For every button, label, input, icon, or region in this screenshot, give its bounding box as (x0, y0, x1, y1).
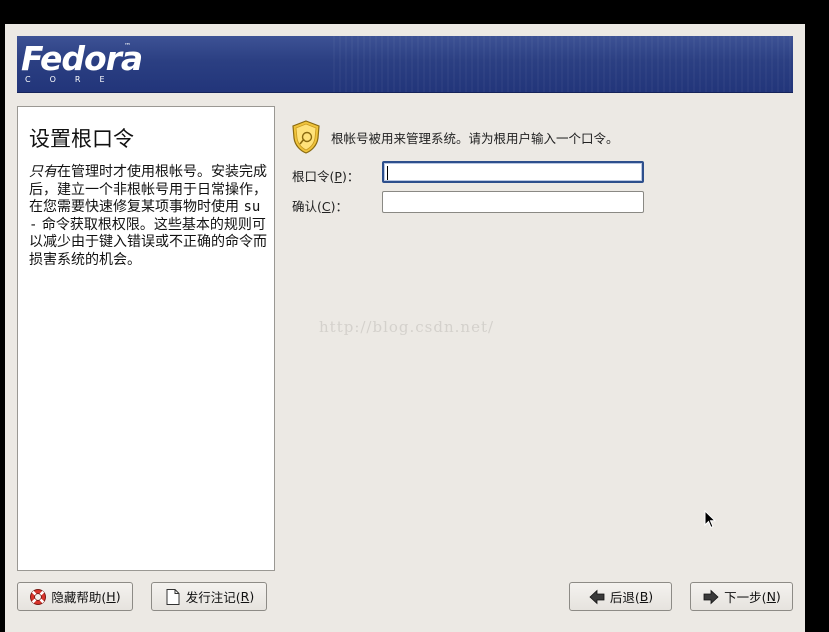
document-icon (166, 588, 180, 605)
help-text-part-b: 命令获取根权限。这些基本的规则可以减少由于键入错误或不正确的命令而损害系统的机会… (29, 216, 267, 268)
banner-texture (333, 36, 793, 92)
hide-help-label: 隐藏帮助( (51, 590, 107, 605)
help-panel: 设置根口令 只有在管理时才使用根帐号。安装完成后，建立一个非根帐号用于日常操作，… (17, 106, 275, 571)
root-password-label-post: )： (341, 169, 360, 184)
next-button[interactable]: 下一步(N) (690, 582, 793, 611)
watermark: http://blog.csdn.net/ (319, 318, 495, 336)
arrow-left-icon (589, 589, 605, 604)
release-notes-label-end: ) (249, 589, 255, 604)
help-text: 只有在管理时才使用根帐号。安装完成后，建立一个非根帐号用于日常操作，在您需要快速… (29, 164, 271, 269)
back-label-end: ) (648, 589, 654, 604)
fedora-banner: Fedora ™ CORE (17, 36, 793, 93)
intro-text: 根帐号被用来管理系统。请为根用户输入一个口令。 (331, 131, 619, 146)
back-mnemonic: B (639, 589, 649, 604)
fedora-core-subtitle: CORE (25, 75, 124, 84)
confirm-password-input[interactable] (382, 191, 644, 213)
release-notes-button[interactable]: 发行注记(R) (151, 582, 267, 611)
next-label-end: ) (775, 589, 781, 604)
root-password-mnemonic: P (334, 169, 342, 184)
confirm-label-post: )： (330, 199, 349, 214)
confirm-password-label: 确认(C)： (292, 196, 348, 215)
confirm-mnemonic: C (321, 199, 331, 214)
release-notes-mnemonic: R (240, 589, 250, 604)
trademark-mark: ™ (124, 42, 131, 50)
next-mnemonic: N (766, 589, 776, 604)
text-caret (387, 166, 388, 180)
confirm-label-pre: 确认( (292, 199, 322, 214)
mouse-pointer-icon (704, 510, 716, 529)
help-emphasis: 只有 (29, 164, 57, 180)
hide-help-mnemonic: H (106, 589, 116, 604)
back-button[interactable]: 后退(B) (569, 582, 672, 611)
hide-help-button[interactable]: 隐藏帮助(H) (17, 582, 133, 611)
next-label: 下一步( (724, 590, 767, 605)
release-notes-label: 发行注记( (185, 590, 241, 605)
back-label: 后退( (609, 590, 640, 605)
root-password-label-pre: 根口令( (292, 169, 335, 184)
root-password-input[interactable] (382, 161, 644, 183)
installer-window: Fedora ™ CORE 设置根口令 只有在管理时才使用根帐号。安装完成后，建… (5, 24, 805, 632)
lifebuoy-icon (30, 588, 47, 605)
help-text-part-a: 在管理时才使用根帐号。安装完成后，建立一个非根帐号用于日常操作，在您需要快速修复… (29, 164, 267, 215)
help-title: 设置根口令 (29, 127, 134, 151)
root-password-label: 根口令(P)： (292, 166, 359, 185)
arrow-right-icon (703, 589, 719, 604)
hide-help-label-end: ) (115, 589, 121, 604)
shield-icon (292, 120, 320, 154)
